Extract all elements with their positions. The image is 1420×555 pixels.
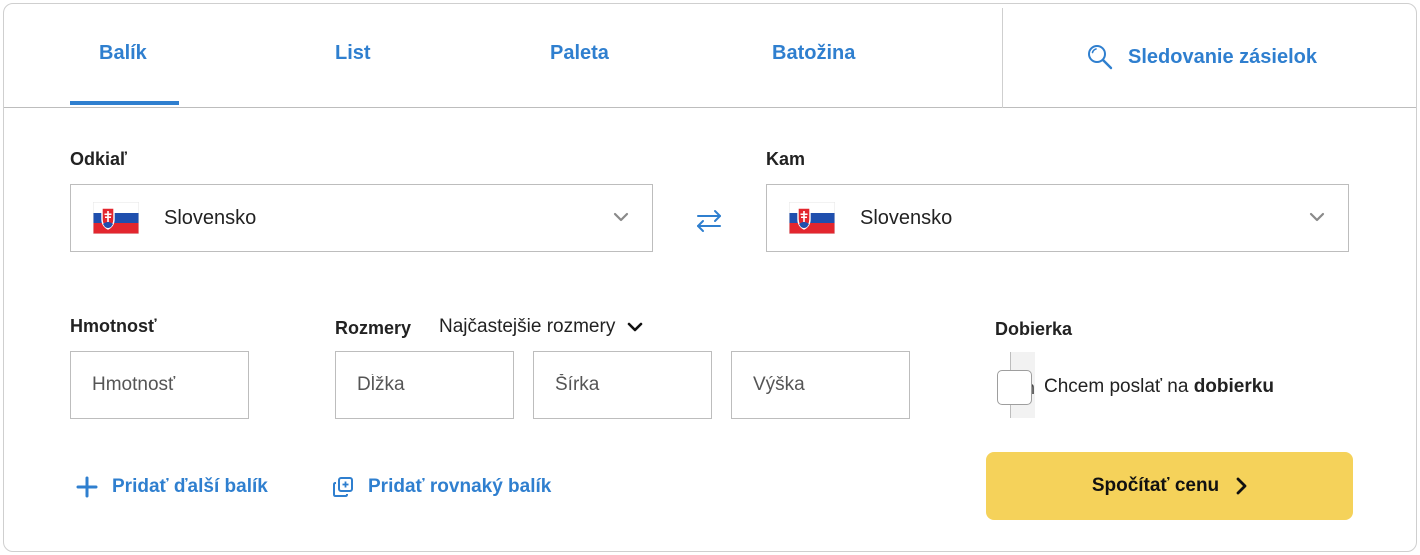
cod-checkbox-text: Chcem poslať na bbox=[1044, 376, 1189, 397]
weight-field: kg bbox=[70, 351, 370, 419]
to-label: Kam bbox=[766, 149, 806, 169]
height-input[interactable] bbox=[732, 352, 1010, 418]
add-same-package-label: Pridať rovnaký balík bbox=[368, 476, 552, 497]
search-icon bbox=[1088, 45, 1113, 70]
cod-checkbox[interactable] bbox=[997, 370, 1032, 405]
chevron-down-icon bbox=[613, 212, 629, 222]
tab-package[interactable]: Balík bbox=[99, 42, 147, 72]
copy-icon bbox=[333, 477, 353, 497]
chevron-down-icon bbox=[1309, 212, 1325, 222]
add-package-label: Pridať ďalší balík bbox=[112, 476, 268, 497]
weight-input[interactable] bbox=[71, 352, 349, 418]
tab-divider bbox=[1002, 8, 1003, 108]
tab-pallet[interactable]: Paleta bbox=[550, 42, 609, 72]
width-field: cm bbox=[533, 351, 837, 419]
to-country-select[interactable]: Slovensko bbox=[766, 184, 1349, 252]
tab-bar: Balík List Paleta Batožina Sledovanie zá… bbox=[4, 4, 1416, 108]
cod-checkbox-label[interactable]: Chcem poslať na dobierku bbox=[1044, 376, 1274, 398]
shipping-calculator-card: Balík List Paleta Batožina Sledovanie zá… bbox=[3, 3, 1417, 552]
common-dimensions-dropdown[interactable]: Najčastejšie rozmery bbox=[439, 316, 643, 338]
active-tab-indicator bbox=[70, 101, 179, 105]
tab-luggage[interactable]: Batožina bbox=[772, 42, 855, 72]
tracking-label: Sledovanie zásielok bbox=[1128, 45, 1317, 68]
from-country-select[interactable]: Slovensko bbox=[70, 184, 653, 252]
from-country-value: Slovensko bbox=[164, 207, 257, 229]
cod-checkbox-text-bold: dobierku bbox=[1193, 376, 1274, 397]
calculate-price-button[interactable]: Spočítať cenu bbox=[986, 452, 1353, 520]
from-label: Odkiaľ bbox=[70, 149, 127, 169]
slovakia-flag-icon bbox=[789, 202, 835, 234]
plus-icon bbox=[76, 476, 98, 498]
tab-letter[interactable]: List bbox=[335, 42, 371, 72]
add-package-link[interactable]: Pridať ďalší balík bbox=[76, 476, 268, 498]
to-country-value: Slovensko bbox=[860, 207, 953, 229]
tracking-link[interactable]: Sledovanie zásielok bbox=[1086, 40, 1317, 74]
common-dimensions-label: Najčastejšie rozmery bbox=[439, 316, 616, 337]
add-same-package-link[interactable]: Pridať rovnaký balík bbox=[332, 476, 551, 498]
dimensions-label: Rozmery bbox=[335, 318, 412, 338]
height-field: cm bbox=[731, 351, 1035, 419]
chevron-right-icon bbox=[1236, 477, 1247, 495]
cod-label: Dobierka bbox=[995, 319, 1073, 339]
length-field: cm bbox=[335, 351, 639, 419]
calculate-price-label: Spočítať cenu bbox=[1091, 475, 1220, 496]
weight-label: Hmotnosť bbox=[70, 316, 157, 336]
chevron-down-icon bbox=[628, 322, 643, 332]
slovakia-flag-icon bbox=[93, 202, 139, 234]
swap-arrows-icon[interactable] bbox=[694, 206, 724, 236]
